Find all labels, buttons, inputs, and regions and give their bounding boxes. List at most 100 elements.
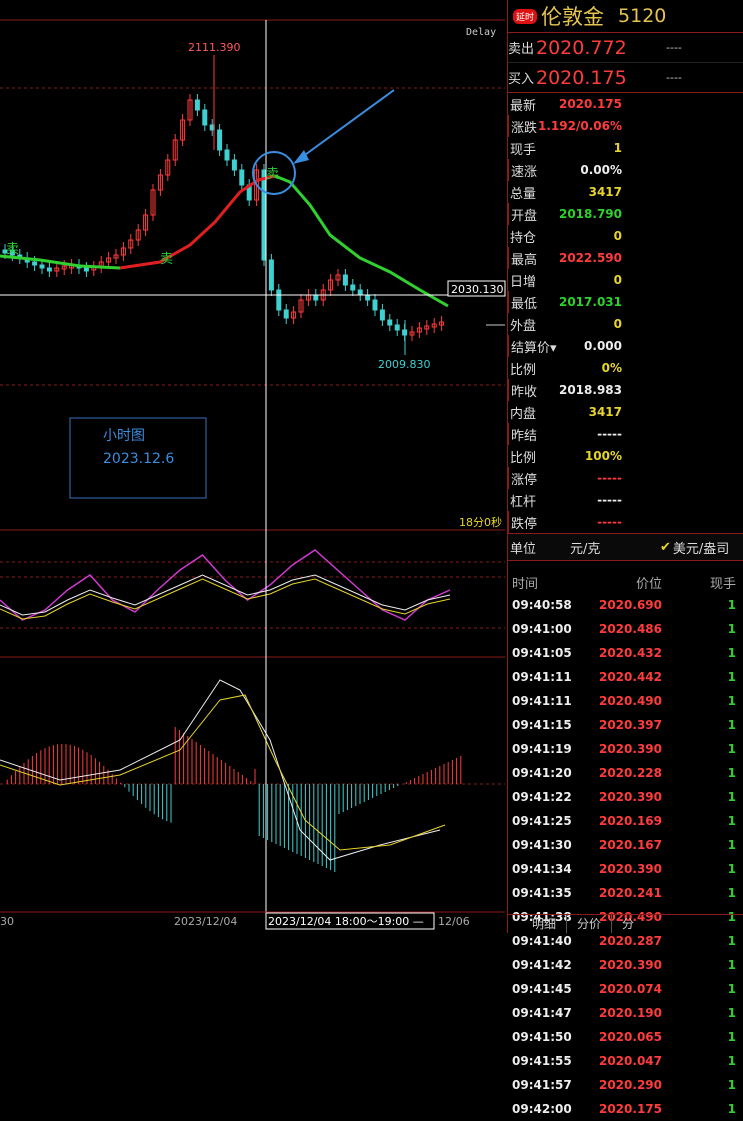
- trade-time: 09:41:50: [512, 1030, 572, 1044]
- trade-row: 09:41:35 2020.241 1: [508, 881, 743, 905]
- trade-price: 2020.241: [598, 886, 662, 900]
- trade-price: 2020.287: [598, 934, 662, 948]
- stat-cell: 总量 3417: [508, 181, 626, 203]
- stat-value: -----: [597, 427, 622, 441]
- unit-alt-toggle[interactable]: 美元/盎司: [673, 538, 729, 557]
- trades-list[interactable]: 09:40:58 2020.690 1 09:41:00 2020.486 1 09:41:…: [508, 593, 743, 1121]
- instrument-code: 5120: [618, 5, 667, 27]
- trade-price: 2020.490: [598, 694, 662, 708]
- candle-body: [39, 264, 45, 269]
- unit-row: 单位 元/克 ✔ 美元/盎司: [508, 533, 743, 561]
- trade-price: 2020.190: [598, 1006, 662, 1020]
- candle-body: [224, 149, 230, 161]
- col-qty: 现手: [709, 576, 736, 592]
- trade-qty: 1: [727, 886, 736, 900]
- trade-qty: 1: [727, 814, 736, 828]
- trade-qty: 1: [727, 718, 736, 732]
- trade-price: 2020.074: [598, 982, 662, 996]
- stat-value: 2020.175: [558, 97, 622, 111]
- stat-cell: 内盘 3417: [508, 401, 626, 423]
- candle-body: [276, 289, 282, 311]
- tab-detail[interactable]: 明细: [522, 915, 568, 933]
- quote-panel: 延时 伦敦金 5120 卖出 2020.772 ---- 买入 2020.175…: [507, 0, 743, 1116]
- trade-time: 09:41:05: [512, 646, 572, 660]
- col-price: 价位: [635, 576, 662, 592]
- trade-row: 09:41:11 2020.442 1: [508, 665, 743, 689]
- trade-qty: 1: [727, 982, 736, 996]
- stat-cell: 持仓 0: [508, 225, 626, 247]
- candle-body: [365, 294, 371, 301]
- trade-price: 2020.390: [598, 958, 662, 972]
- stat-cell: 昨收 2018.983: [508, 379, 626, 401]
- trade-time: 09:41:57: [512, 1078, 572, 1092]
- trade-time: 09:41:40: [512, 934, 572, 948]
- stat-cell: 现手 1: [508, 137, 626, 159]
- candle-body: [239, 169, 245, 186]
- instrument-name: 伦敦金: [541, 5, 605, 29]
- stat-label: 昨结: [511, 428, 538, 444]
- trades-header: 时间 价位 现手: [508, 571, 743, 593]
- macd-dea-line: [0, 694, 446, 851]
- stat-value: 3417: [588, 405, 622, 419]
- unit-label: 单位: [510, 541, 537, 557]
- stat-label: 内盘: [510, 406, 537, 422]
- stat-value: 0: [613, 229, 622, 243]
- trade-price: 2020.167: [598, 838, 662, 852]
- candle-body: [202, 109, 208, 126]
- candle-body: [231, 159, 237, 171]
- trade-qty: 1: [727, 958, 736, 972]
- stat-value: 2018.983: [558, 383, 622, 397]
- kdj-oscillator: [0, 549, 451, 621]
- trade-row: 09:41:42 2020.390 1: [508, 953, 743, 977]
- trade-price: 2020.228: [598, 766, 662, 780]
- candle-body: [372, 299, 378, 311]
- bid-volume: ----: [666, 71, 682, 84]
- stat-cell: 开盘 2018.790: [508, 203, 626, 225]
- sell-marker: 卖: [6, 242, 19, 257]
- candle-body: [194, 99, 200, 111]
- candle-body: [268, 259, 274, 291]
- stat-label: 最高: [511, 252, 538, 268]
- sell-marker: 卖: [160, 252, 173, 267]
- trade-price: 2020.390: [598, 862, 662, 876]
- trade-row: 09:40:58 2020.690 1: [508, 593, 743, 617]
- stat-cell: 涨停 -----: [508, 467, 626, 489]
- trade-qty: 1: [727, 646, 736, 660]
- trade-price: 2020.065: [598, 1030, 662, 1044]
- candle-body: [350, 284, 356, 291]
- x-tick: 2023/12/04: [174, 915, 237, 928]
- trade-qty: 1: [727, 1102, 736, 1116]
- stat-value: -----: [597, 471, 622, 485]
- unit-value[interactable]: 元/克: [570, 538, 660, 557]
- trade-qty: 1: [727, 1078, 736, 1092]
- bottom-tabs: 明细 分价 分: [508, 914, 743, 933]
- stat-label: 比例: [510, 362, 537, 378]
- trade-price: 2020.690: [598, 598, 662, 612]
- stat-value: 100%: [584, 449, 622, 463]
- stat-value: 0.00%: [580, 163, 622, 177]
- trade-time: 09:40:58: [512, 598, 572, 612]
- stat-value: 0: [613, 273, 622, 287]
- trade-time: 09:41:11: [512, 670, 572, 684]
- stat-cell: 跌停 -----: [508, 511, 626, 533]
- ask-label: 卖出: [508, 42, 535, 57]
- instrument-header: 延时 伦敦金 5120: [508, 0, 743, 33]
- trade-qty: 1: [727, 862, 736, 876]
- stats-grid: 最新 2020.175 涨跌 1.192/0.06% 现手 1 速涨 0.00% 总量 3417 开…: [508, 93, 743, 533]
- candle-body: [357, 289, 363, 296]
- stat-value: 2018.790: [558, 207, 622, 221]
- trade-time: 09:42:00: [512, 1102, 572, 1116]
- tab-minute[interactable]: 分: [612, 915, 644, 933]
- crosshair-price-label: 2030.130: [451, 283, 504, 296]
- delay-label: Delay: [466, 27, 496, 38]
- stat-value: -----: [597, 515, 622, 529]
- stat-value: 1: [613, 141, 622, 155]
- trade-row: 09:42:00 2020.175 1: [508, 1097, 743, 1121]
- price-chart-area[interactable]: Delay 2111.390 2009.830 2030.130 18分0秒 卖…: [0, 0, 507, 933]
- trade-price: 2020.169: [598, 814, 662, 828]
- stat-cell: 最新 2020.175: [508, 93, 626, 115]
- trade-time: 09:41:00: [512, 622, 572, 636]
- tab-price-dist[interactable]: 分价: [567, 915, 613, 933]
- trade-time: 09:41:55: [512, 1054, 572, 1068]
- stat-label: 速涨: [511, 164, 538, 180]
